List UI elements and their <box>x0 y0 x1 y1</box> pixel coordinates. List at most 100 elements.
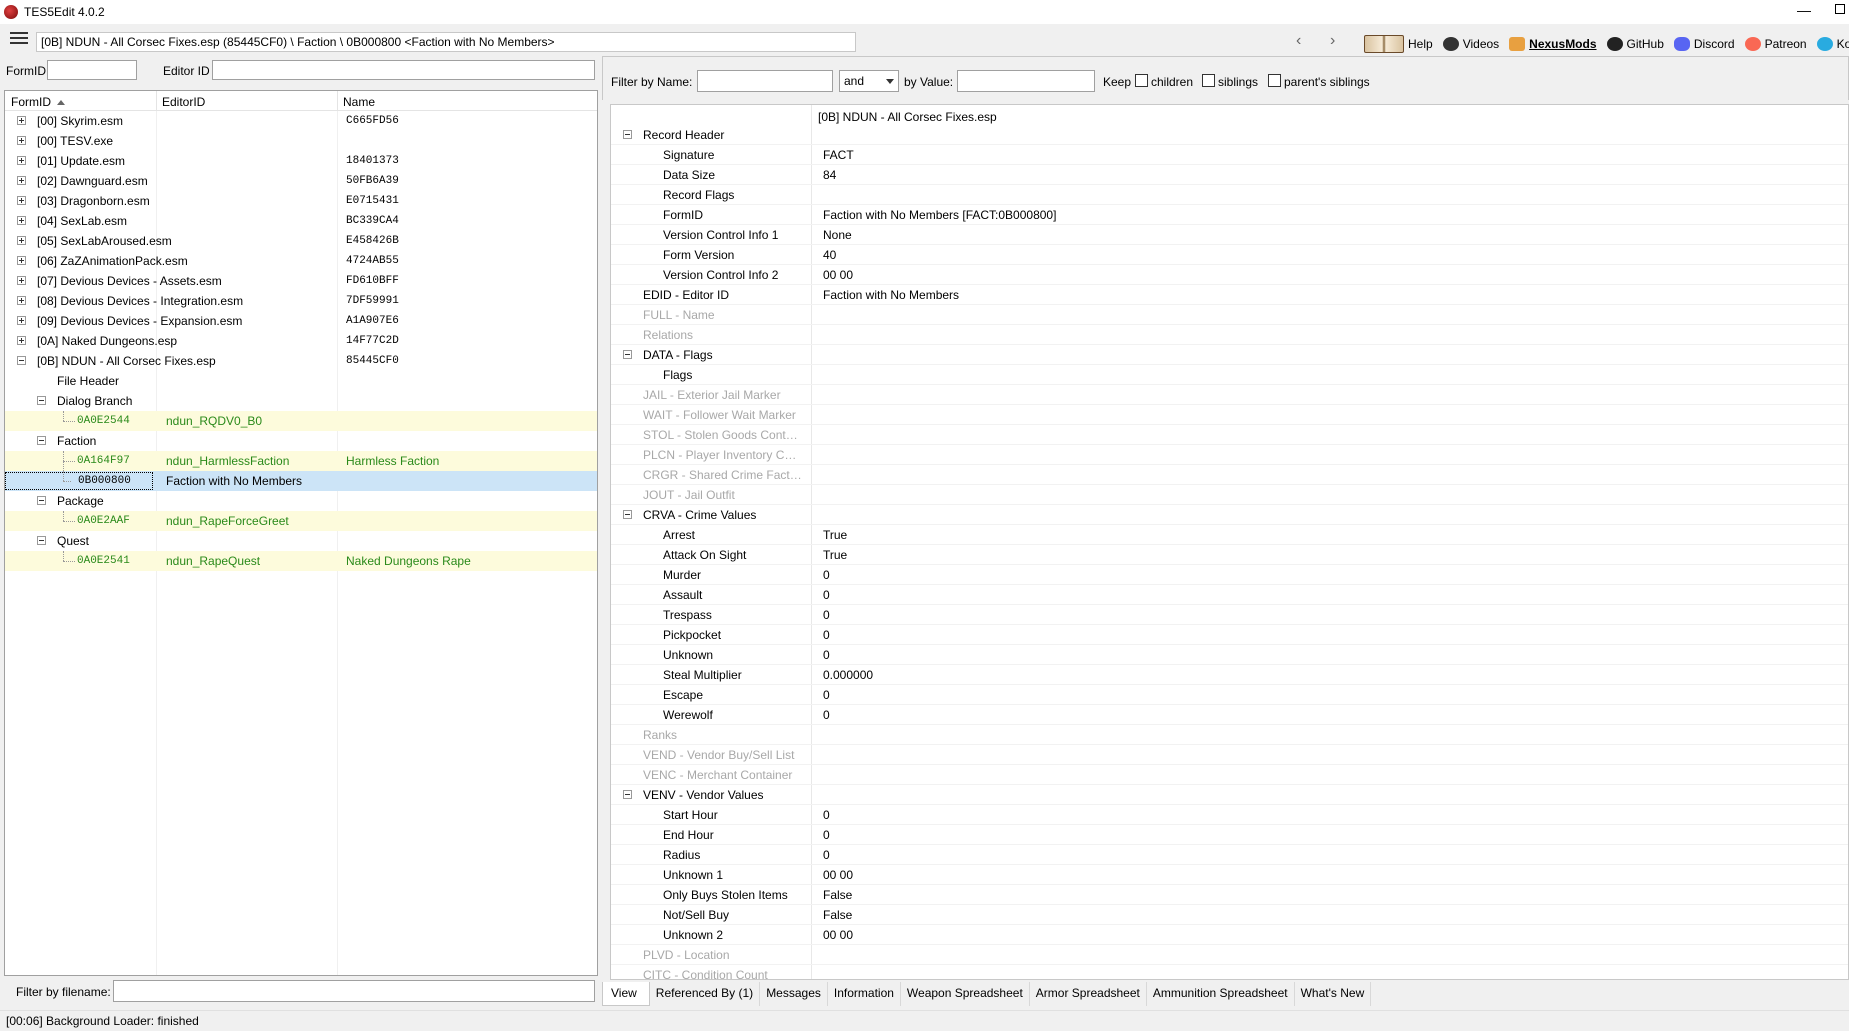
tree-row-record[interactable]: 0A164F97 ndun_HarmlessFaction Harmless Fac… <box>5 451 597 471</box>
help-link[interactable]: Help <box>1364 35 1433 53</box>
grid-row[interactable]: Attack On Sight True <box>611 545 1848 565</box>
kofi-link[interactable]: Ko-Fi <box>1816 37 1849 51</box>
tree-row-plugin[interactable]: [04] SexLab.esm BC339CA4 <box>5 211 597 231</box>
expand-icon[interactable] <box>17 116 26 125</box>
collapse-icon[interactable] <box>623 790 632 799</box>
tab-information[interactable]: Information <box>828 982 901 1006</box>
grid-row[interactable]: FormID Faction with No Members [FACT:0B00… <box>611 205 1848 225</box>
filter-operator-select[interactable]: and <box>839 70 899 92</box>
grid-row[interactable]: Start Hour 0 <box>611 805 1848 825</box>
tree-row-plugin[interactable]: [06] ZaZAnimationPack.esm 4724AB55 <box>5 251 597 271</box>
grid-row[interactable]: Assault 0 <box>611 585 1848 605</box>
grid-row[interactable]: Unknown 2 00 00 <box>611 925 1848 945</box>
tree-row-file-header[interactable]: File Header <box>5 371 597 391</box>
tree-row-plugin[interactable]: [00] Skyrim.esm C665FD56 <box>5 111 597 131</box>
expand-icon[interactable] <box>17 196 26 205</box>
tree-row-group[interactable]: Package <box>5 491 597 511</box>
filter-name-input[interactable] <box>697 70 833 92</box>
grid-row[interactable]: Pickpocket 0 <box>611 625 1848 645</box>
grid-row[interactable]: Escape 0 <box>611 685 1848 705</box>
grid-row-empty[interactable]: VEND - Vendor Buy/Sell List <box>611 745 1848 765</box>
filter-value-input[interactable] <box>957 70 1095 92</box>
collapse-icon[interactable] <box>37 496 46 505</box>
tab-referenced-by[interactable]: Referenced By (1) <box>650 982 761 1006</box>
collapse-icon[interactable] <box>623 130 632 139</box>
siblings-checkbox[interactable] <box>1202 74 1215 87</box>
maximize-button[interactable] <box>1835 4 1845 14</box>
grid-row[interactable]: Unknown 0 <box>611 645 1848 665</box>
collapse-icon[interactable] <box>37 536 46 545</box>
tree-row-plugin[interactable]: [03] Dragonborn.esm E0715431 <box>5 191 597 211</box>
grid-row[interactable]: Version Control Info 1 None <box>611 225 1848 245</box>
formid-input[interactable] <box>47 60 137 80</box>
tree-row-plugin[interactable]: [0A] Naked Dungeons.esp 14F77C2D <box>5 331 597 351</box>
tab-messages[interactable]: Messages <box>760 982 828 1006</box>
grid-row-empty[interactable]: STOL - Stolen Goods Contain... <box>611 425 1848 445</box>
grid-row[interactable]: Signature FACT <box>611 145 1848 165</box>
grid-row[interactable]: Radius 0 <box>611 845 1848 865</box>
grid-row-empty[interactable]: CITC - Condition Count <box>611 965 1848 979</box>
grid-row[interactable]: Data Size 84 <box>611 165 1848 185</box>
expand-icon[interactable] <box>17 276 26 285</box>
collapse-icon[interactable] <box>623 510 632 519</box>
tab-armor-spreadsheet[interactable]: Armor Spreadsheet <box>1030 982 1147 1006</box>
patreon-link[interactable]: Patreon <box>1744 37 1807 51</box>
tree-row-plugin[interactable]: [09] Devious Devices - Expansion.esm A1A9… <box>5 311 597 331</box>
tree-row-plugin[interactable]: [01] Update.esm 18401373 <box>5 151 597 171</box>
videos-link[interactable]: Videos <box>1442 37 1499 51</box>
tree-row-plugin[interactable]: [07] Devious Devices - Assets.esm FD610BF… <box>5 271 597 291</box>
discord-link[interactable]: Discord <box>1673 37 1735 51</box>
grid-row[interactable]: Werewolf 0 <box>611 705 1848 725</box>
grid-row[interactable]: Murder 0 <box>611 565 1848 585</box>
grid-row-empty[interactable]: JAIL - Exterior Jail Marker <box>611 385 1848 405</box>
tree-row-plugin[interactable]: [08] Devious Devices - Integration.esm 7D… <box>5 291 597 311</box>
nav-back-icon[interactable]: ‹ <box>1296 32 1301 50</box>
collapse-icon[interactable] <box>37 436 46 445</box>
grid-row-empty[interactable]: CRGR - Shared Crime Factio... <box>611 465 1848 485</box>
tab-ammunition-spreadsheet[interactable]: Ammunition Spreadsheet <box>1147 982 1295 1006</box>
grid-row-group[interactable]: CRVA - Crime Values <box>611 505 1848 525</box>
record-path-field[interactable]: [0B] NDUN - All Corsec Fixes.esp (85445C… <box>36 32 856 52</box>
tab-whats-new[interactable]: What's New <box>1295 982 1372 1006</box>
tab-view[interactable]: View <box>602 982 650 1006</box>
column-name[interactable]: Name <box>343 95 375 109</box>
grid-row[interactable]: Arrest True <box>611 525 1848 545</box>
expand-icon[interactable] <box>17 176 26 185</box>
editorid-input[interactable] <box>212 60 595 80</box>
grid-row-group[interactable]: VENV - Vendor Values <box>611 785 1848 805</box>
grid-row-empty[interactable]: VENC - Merchant Container <box>611 765 1848 785</box>
tree-row-group[interactable]: Faction <box>5 431 597 451</box>
grid-row-group[interactable]: DATA - Flags <box>611 345 1848 365</box>
nexusmods-link[interactable]: NexusMods <box>1509 37 1597 51</box>
grid-row-empty[interactable]: JOUT - Jail Outfit <box>611 485 1848 505</box>
expand-icon[interactable] <box>17 236 26 245</box>
record-view-grid[interactable]: [0B] NDUN - All Corsec Fixes.esp Record … <box>610 104 1849 980</box>
grid-row[interactable]: Not/Sell Buy False <box>611 905 1848 925</box>
grid-row[interactable]: Version Control Info 2 00 00 <box>611 265 1848 285</box>
column-formid[interactable]: FormID <box>11 95 65 109</box>
expand-icon[interactable] <box>17 216 26 225</box>
tree-row-group[interactable]: Quest <box>5 531 597 551</box>
collapse-icon[interactable] <box>17 356 26 365</box>
grid-file-header[interactable]: [0B] NDUN - All Corsec Fixes.esp <box>818 110 997 124</box>
tree-row-plugin[interactable]: [02] Dawnguard.esm 50FB6A39 <box>5 171 597 191</box>
expand-icon[interactable] <box>17 296 26 305</box>
grid-row-empty[interactable]: PLVD - Location <box>611 945 1848 965</box>
tree-row-plugin-expanded[interactable]: [0B] NDUN - All Corsec Fixes.esp 85445CF0 <box>5 351 597 371</box>
grid-row-empty[interactable]: PLCN - Player Inventory Con... <box>611 445 1848 465</box>
grid-row[interactable]: Record Flags <box>611 185 1848 205</box>
grid-row[interactable]: Form Version 40 <box>611 245 1848 265</box>
nav-forward-icon[interactable]: › <box>1330 32 1335 50</box>
grid-row-empty[interactable]: WAIT - Follower Wait Marker <box>611 405 1848 425</box>
collapse-icon[interactable] <box>623 350 632 359</box>
grid-row[interactable]: Steal Multiplier 0.000000 <box>611 665 1848 685</box>
grid-row[interactable]: EDID - Editor ID Faction with No Members <box>611 285 1848 305</box>
expand-icon[interactable] <box>17 316 26 325</box>
main-menu-icon[interactable] <box>10 32 28 46</box>
grid-row-empty[interactable]: Ranks <box>611 725 1848 745</box>
column-editorid[interactable]: EditorID <box>162 95 205 109</box>
grid-row[interactable]: Only Buys Stolen Items False <box>611 885 1848 905</box>
grid-row[interactable]: End Hour 0 <box>611 825 1848 845</box>
grid-row-empty[interactable]: Relations <box>611 325 1848 345</box>
parents-siblings-checkbox[interactable] <box>1268 74 1281 87</box>
